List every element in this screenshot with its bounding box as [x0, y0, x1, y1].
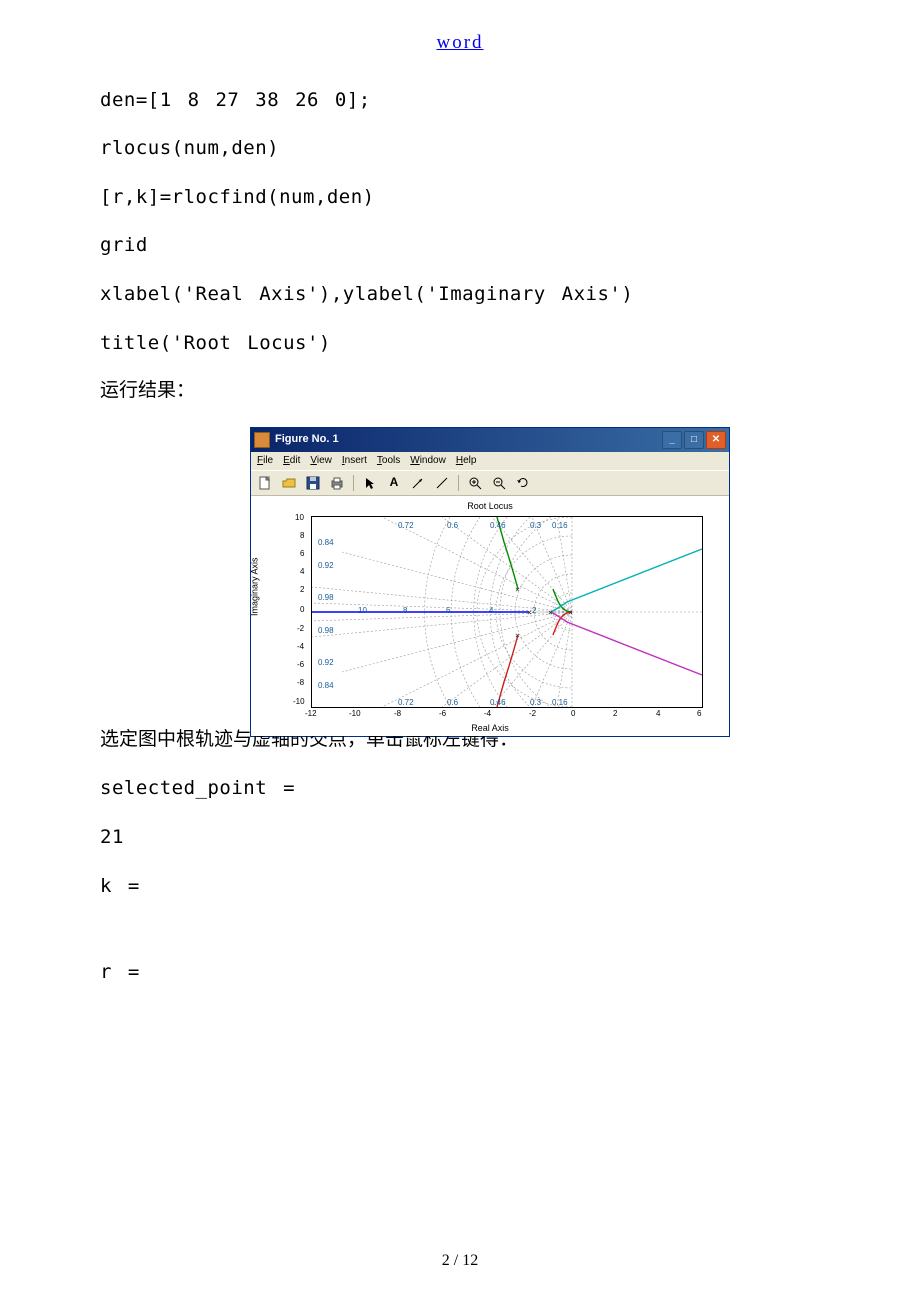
radial-label: 8 [403, 605, 407, 616]
matlab-figure-window: Figure No. 1 _ □ ✕ File Edit View Insert… [250, 427, 730, 737]
damping-label: 0.46 [490, 520, 506, 531]
damping-label: 0.6 [447, 697, 458, 708]
menu-window[interactable]: Window [410, 454, 446, 468]
code-line-5: xlabel('Real Axis'),ylabel('Imaginary Ax… [100, 281, 820, 308]
close-button[interactable]: ✕ [706, 431, 726, 449]
output-selected-point: selected_point = [100, 775, 820, 802]
run-result-label: 运行结果： [100, 378, 820, 405]
minimize-button[interactable]: _ [662, 431, 682, 449]
svg-text:×: × [515, 631, 520, 640]
code-line-3: [r,k]=rlocfind(num,den) [100, 184, 820, 211]
xtick: 4 [656, 708, 660, 719]
ytick: 2 [300, 584, 304, 595]
svg-text:×: × [515, 585, 520, 594]
text-icon[interactable]: A [384, 473, 404, 493]
ytick: -10 [293, 696, 305, 707]
xtick: -12 [305, 708, 317, 719]
damping-label: 0.46 [490, 697, 506, 708]
plot-title: Root Locus [251, 500, 729, 513]
radial-label: 2 [532, 605, 536, 616]
open-file-icon[interactable] [279, 473, 299, 493]
menu-insert[interactable]: Insert [342, 454, 367, 468]
xtick: -2 [529, 708, 536, 719]
xtick: -4 [484, 708, 491, 719]
damping-label: 0.84 [318, 537, 334, 548]
damping-label: 0.72 [398, 697, 414, 708]
xtick: -10 [349, 708, 361, 719]
document-page: word den=[1 8 27 38 26 0]; rlocus(num,de… [0, 0, 920, 1302]
xtick: 2 [613, 708, 617, 719]
ytick: 4 [300, 566, 304, 577]
damping-label: 0.3 [530, 697, 541, 708]
line-icon[interactable] [432, 473, 452, 493]
toolbar: A [251, 470, 729, 496]
rotate-icon[interactable] [513, 473, 533, 493]
print-icon[interactable] [327, 473, 347, 493]
damping-label: 0.6 [447, 520, 458, 531]
plot-ylabel: Imaginary Axis [249, 557, 262, 616]
maximize-button[interactable]: □ [684, 431, 704, 449]
xtick: -6 [439, 708, 446, 719]
radial-label: 10 [358, 605, 367, 616]
damping-label: 0.84 [318, 680, 334, 691]
output-value-21: 21 [100, 824, 820, 851]
ytick: -4 [297, 641, 304, 652]
zoom-out-icon[interactable] [489, 473, 509, 493]
code-line-1: den=[1 8 27 38 26 0]; [100, 87, 820, 114]
menu-tools[interactable]: Tools [377, 454, 400, 468]
code-line-2: rlocus(num,den) [100, 135, 820, 162]
ytick: -6 [297, 659, 304, 670]
xtick: 6 [697, 708, 701, 719]
damping-label: 0.16 [552, 520, 568, 531]
output-k: k = [100, 873, 820, 900]
radial-label: 4 [489, 605, 493, 616]
output-r: r = [100, 959, 820, 986]
radial-label: 6 [446, 605, 450, 616]
ytick: 6 [300, 548, 304, 559]
ytick: 0 [300, 604, 304, 615]
window-titlebar[interactable]: Figure No. 1 _ □ ✕ [251, 428, 729, 452]
svg-text:×: × [568, 608, 573, 617]
header-word-link[interactable]: word [100, 30, 820, 57]
damping-label: 0.72 [398, 520, 414, 531]
ytick: 10 [295, 512, 304, 523]
menu-file[interactable]: File [257, 454, 273, 468]
app-icon [254, 432, 270, 448]
damping-label: 0.3 [530, 520, 541, 531]
toolbar-separator [353, 475, 354, 491]
damping-label: 0.92 [318, 657, 334, 668]
ytick: -2 [297, 623, 304, 634]
ytick: 8 [300, 530, 304, 541]
window-title: Figure No. 1 [275, 432, 339, 447]
axes-frame: × × × × × 0.72 0.6 0.46 0.3 0.16 0.84 0.… [311, 516, 703, 708]
svg-text:×: × [548, 608, 553, 617]
new-file-icon[interactable] [255, 473, 275, 493]
xtick: -8 [394, 708, 401, 719]
xtick: 0 [571, 708, 575, 719]
damping-label: 0.16 [552, 697, 568, 708]
damping-label: 0.92 [318, 560, 334, 571]
menubar: File Edit View Insert Tools Window Help [251, 452, 729, 470]
menu-edit[interactable]: Edit [283, 454, 300, 468]
root-locus-plot[interactable]: Root Locus Imaginary Axis Real Axis 10 8… [251, 496, 729, 736]
save-icon[interactable] [303, 473, 323, 493]
ytick: -8 [297, 677, 304, 688]
code-line-4: grid [100, 232, 820, 259]
code-line-6: title('Root Locus') [100, 330, 820, 357]
pointer-icon[interactable] [360, 473, 380, 493]
menu-view[interactable]: View [310, 454, 332, 468]
menu-help[interactable]: Help [456, 454, 477, 468]
toolbar-separator-2 [458, 475, 459, 491]
zoom-in-icon[interactable] [465, 473, 485, 493]
page-number: 2 / 12 [0, 1250, 920, 1272]
plot-xlabel: Real Axis [251, 722, 729, 735]
damping-label: 0.98 [318, 592, 334, 603]
arrow-icon[interactable] [408, 473, 428, 493]
damping-label: 0.98 [318, 625, 334, 636]
